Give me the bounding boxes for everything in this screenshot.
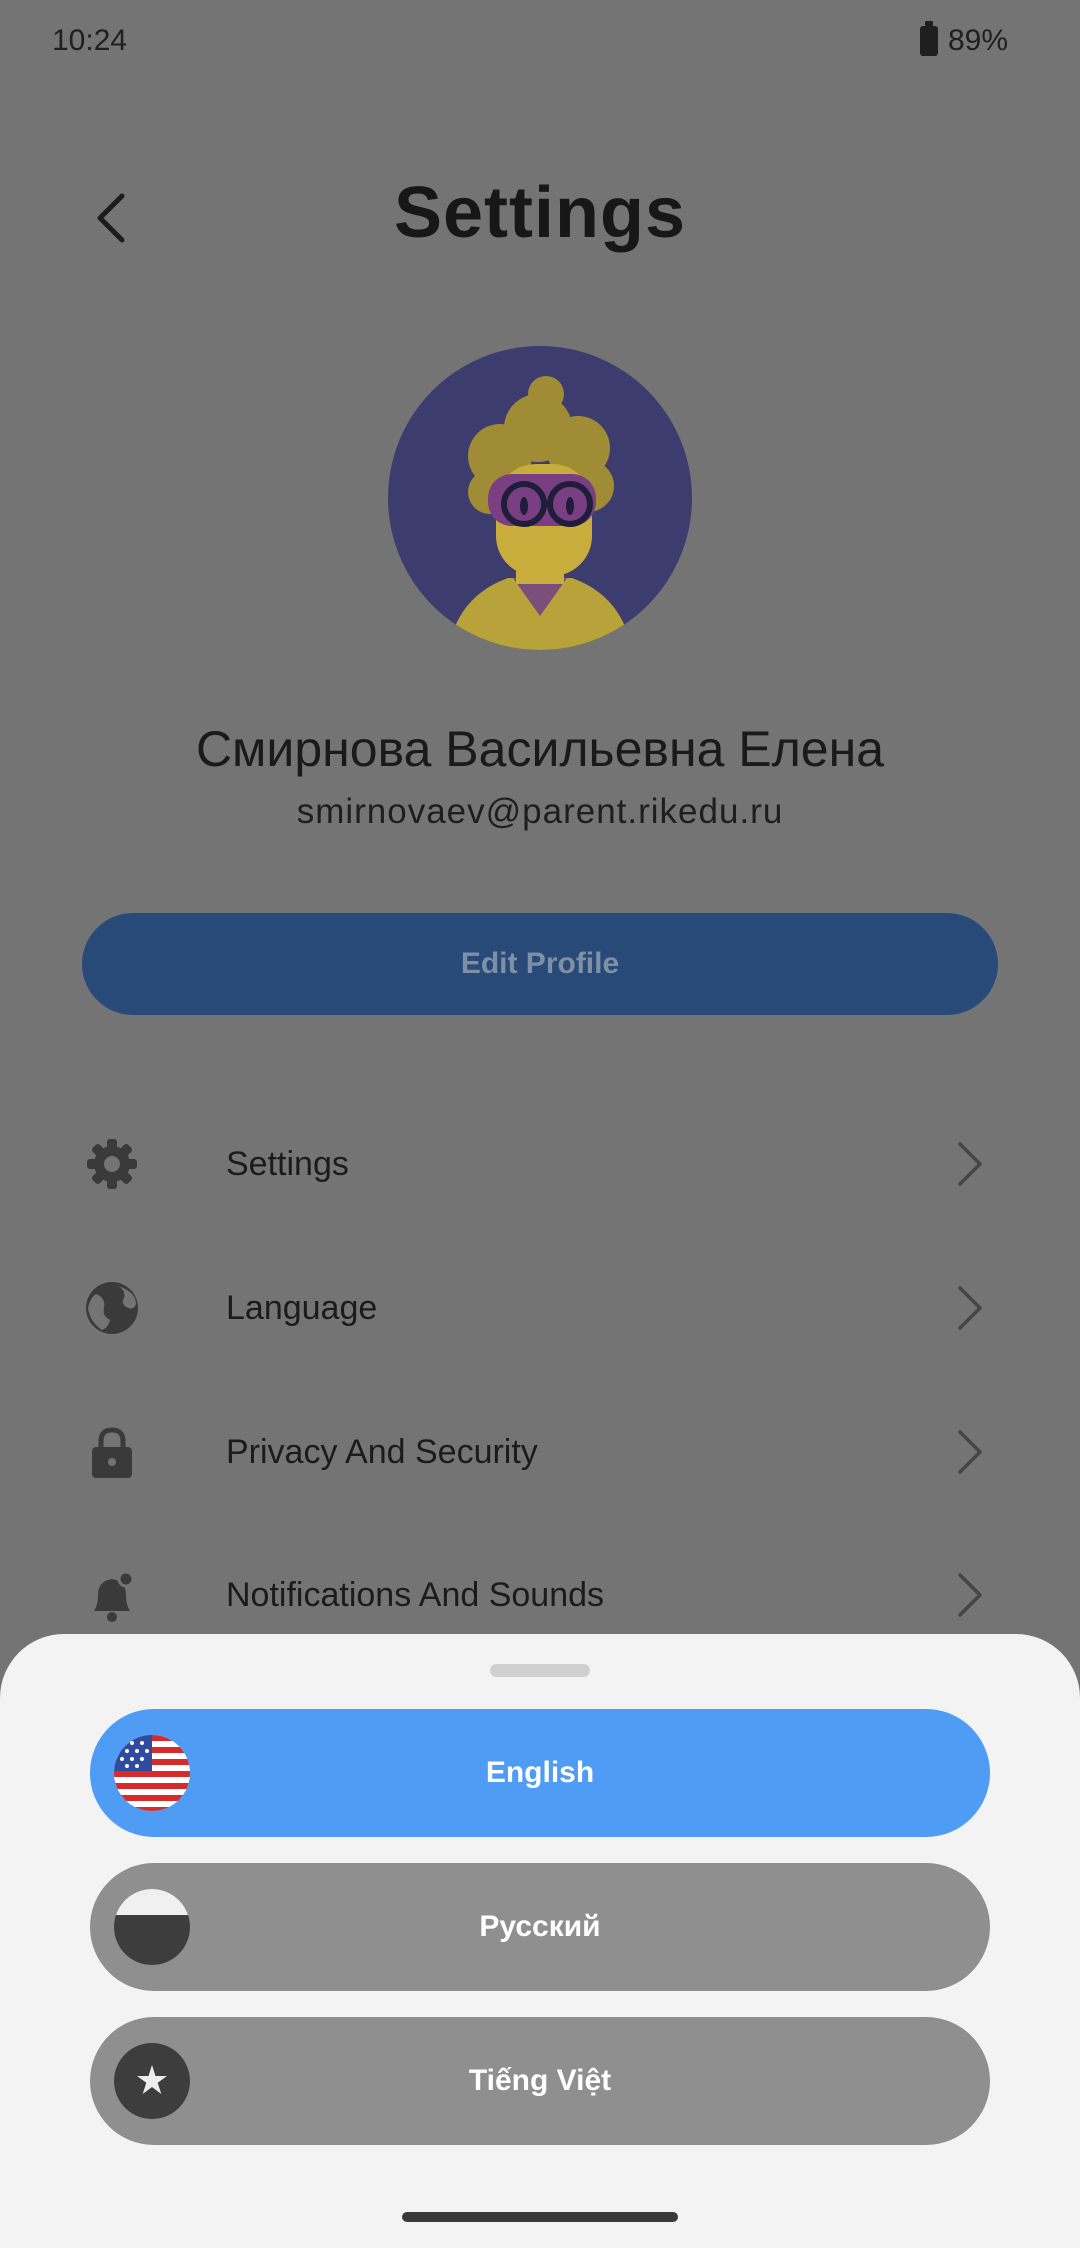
vn-flag-icon: [114, 2043, 190, 2119]
profile-email: smirnovaev@parent.rikedu.ru: [296, 792, 784, 831]
sheet-drag-handle[interactable]: [490, 1664, 590, 1677]
chevron-right-icon: [958, 1430, 982, 1474]
bell-icon: [82, 1565, 142, 1625]
chevron-right-icon: [958, 1573, 982, 1617]
battery-percent: 89%: [947, 24, 1008, 57]
ru-flag-icon: [114, 1889, 190, 1965]
language-option-label: Tiếng Việt: [468, 2064, 612, 2097]
avatar-illustration: [388, 346, 692, 650]
language-option-label: English: [485, 1756, 595, 1789]
language-option-russian[interactable]: Русский: [90, 1863, 990, 1991]
menu-item-label: Language: [226, 1288, 378, 1327]
menu-item-settings[interactable]: Settings: [82, 1109, 998, 1219]
menu-item-label: Notifications And Sounds: [226, 1575, 605, 1614]
globe-icon: [82, 1278, 142, 1338]
chevron-right-icon: [958, 1286, 982, 1330]
profile-name: Смирнова Васильевна Елена: [195, 721, 885, 777]
menu-item-privacy[interactable]: Privacy And Security: [82, 1397, 998, 1507]
lock-icon: [82, 1422, 142, 1482]
menu-item-label: Privacy And Security: [226, 1432, 538, 1471]
language-bottom-sheet: English Русский Tiếng Việt: [0, 1634, 1080, 2248]
home-indicator[interactable]: [402, 2212, 678, 2222]
us-flag-icon: [114, 1735, 190, 1811]
status-time: 10:24: [52, 24, 128, 57]
chevron-right-icon: [958, 1142, 982, 1186]
edit-profile-button[interactable]: Edit Profile: [82, 913, 998, 1015]
page-title: Settings: [393, 173, 687, 253]
menu-item-language[interactable]: Language: [82, 1253, 998, 1363]
gear-icon: [82, 1134, 142, 1194]
battery-icon: [919, 21, 938, 56]
avatar[interactable]: [388, 346, 692, 650]
status-bar: 10:24 89%: [0, 0, 1080, 86]
language-option-english[interactable]: English: [90, 1709, 990, 1837]
language-option-label: Русский: [479, 1910, 601, 1943]
language-option-vietnamese[interactable]: Tiếng Việt: [90, 2017, 990, 2145]
menu-item-label: Settings: [226, 1144, 349, 1183]
battery-indicator: 89%: [919, 21, 1008, 58]
